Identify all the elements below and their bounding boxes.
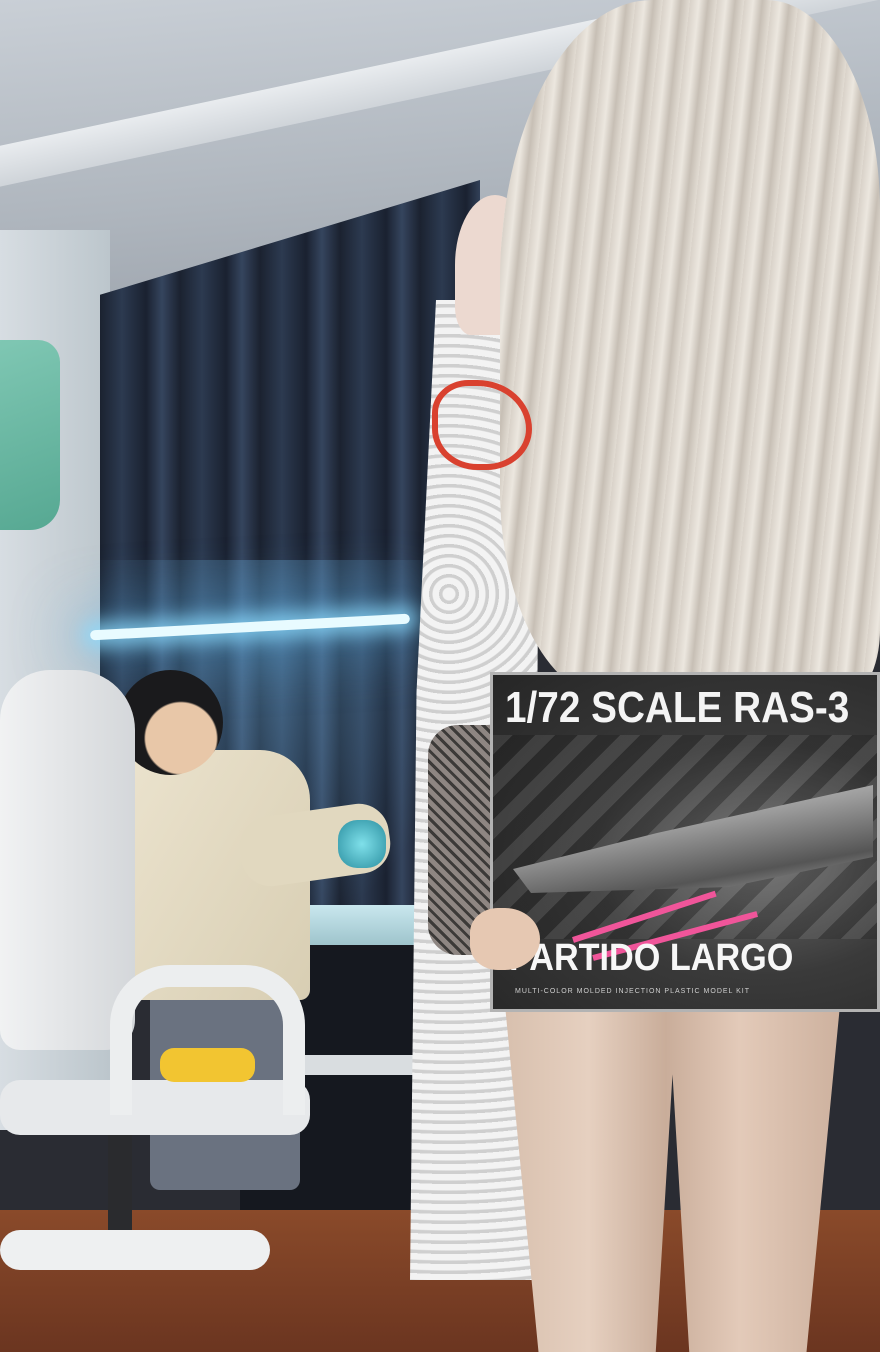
chair-armrest (110, 965, 305, 1115)
box-subline: MULTI-COLOR MOLDED INJECTION PLASTIC MOD… (515, 988, 751, 995)
model-figurine (338, 820, 386, 868)
photo-scene: 1/72 SCALE RAS-3 PARTIDO LARGO MULTI-COL… (0, 0, 880, 1352)
chair-base (0, 1230, 270, 1270)
model-kit-box: 1/72 SCALE RAS-3 PARTIDO LARGO MULTI-COL… (490, 672, 880, 1012)
green-wall-decor (0, 340, 60, 530)
long-blonde-hair (500, 0, 880, 700)
chair-backrest (0, 670, 135, 1050)
box-title-bottom: PARTIDO LARGO (509, 937, 794, 979)
seated-person (110, 670, 395, 1230)
box-title-top: 1/72 SCALE RAS-3 (505, 683, 850, 732)
chair-post (108, 1135, 132, 1235)
hand-holding-box (470, 908, 540, 970)
